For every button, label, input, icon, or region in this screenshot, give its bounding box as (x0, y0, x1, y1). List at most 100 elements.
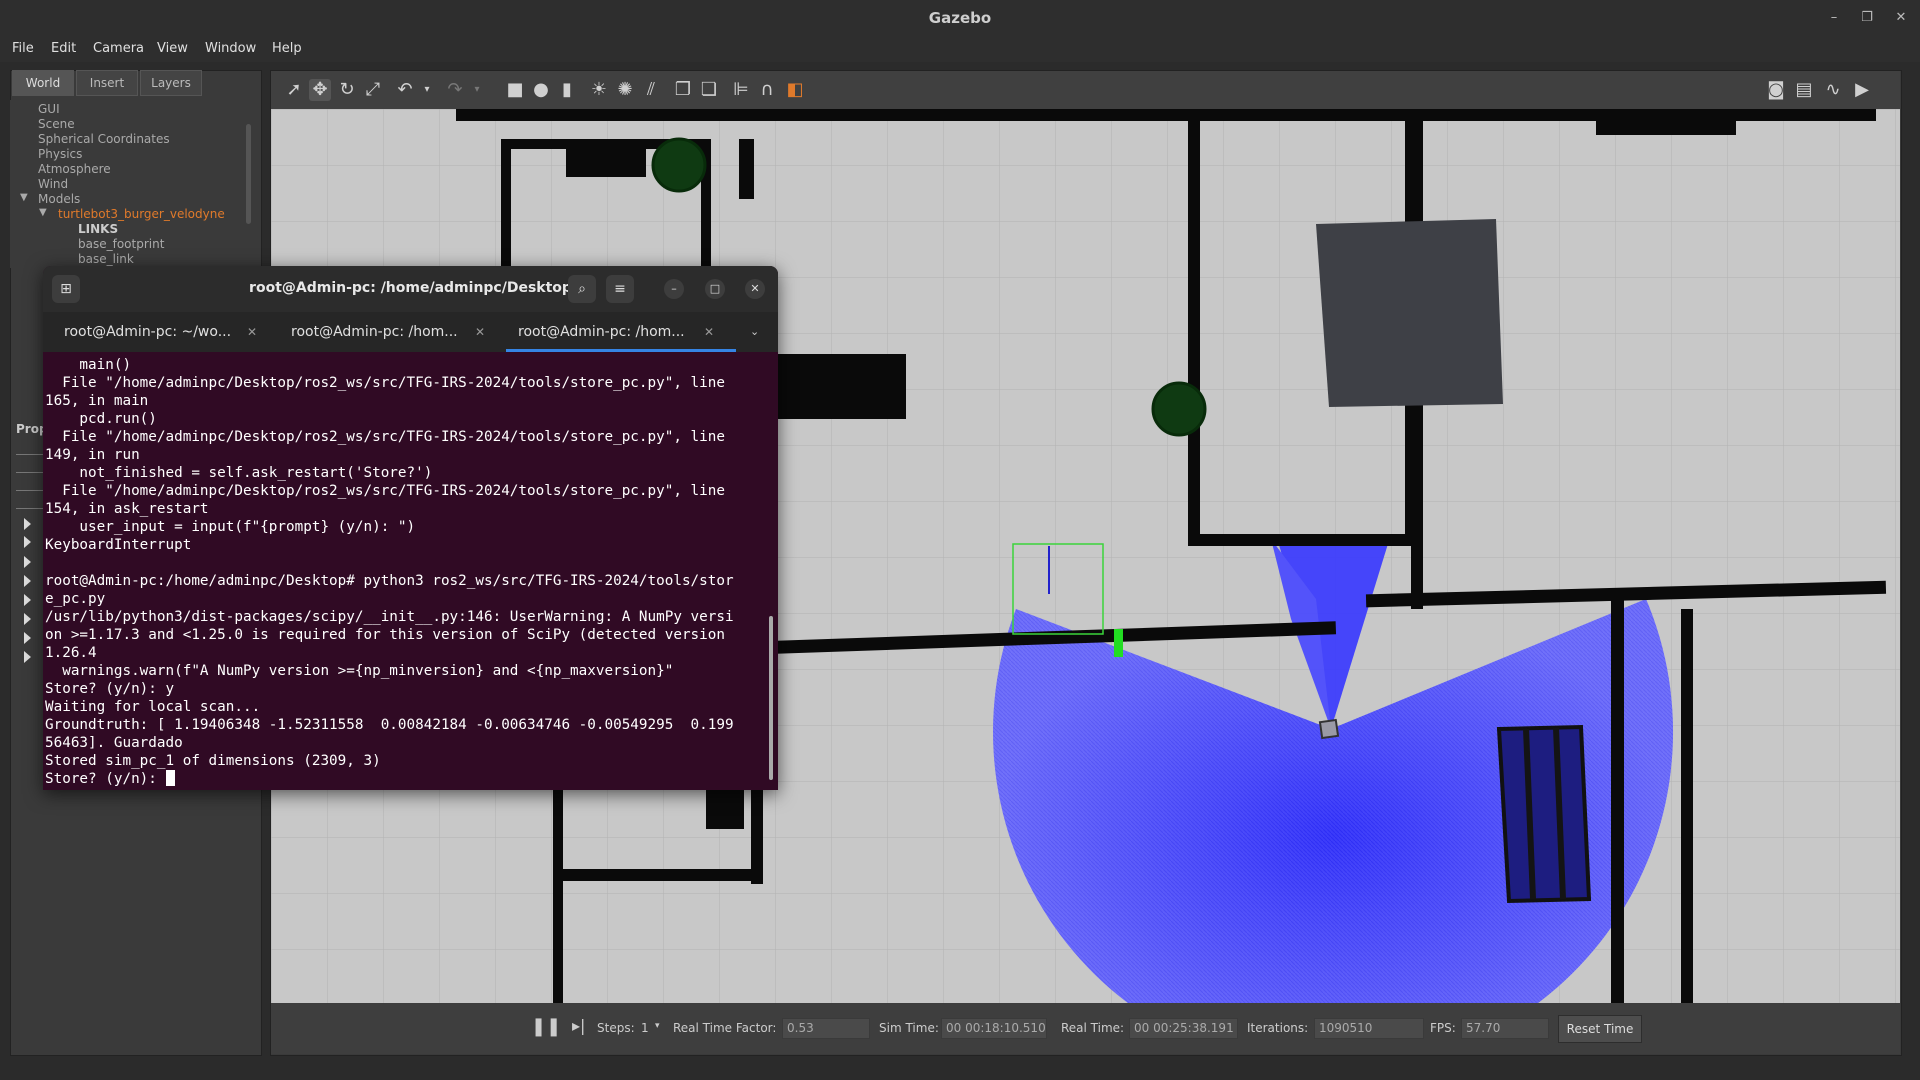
tree-item-scene[interactable]: Scene (38, 117, 75, 131)
terminal-line: user_input = input(f"{prompt} (y/n): ") (45, 519, 416, 535)
terminal-tab-1[interactable]: root@Admin-pc: ~/wo... ✕ (64, 312, 264, 352)
terminal-prompt-line[interactable]: Store? (y/n): (45, 770, 773, 788)
terminal-tabs: root@Admin-pc: ~/wo... ✕ root@Admin-pc: … (43, 312, 778, 352)
directional-light-icon[interactable]: ⫽ (640, 79, 662, 101)
expand-arrow-icon[interactable] (24, 556, 31, 568)
redo-history-icon[interactable]: ▾ (466, 79, 488, 101)
expand-arrow-icon[interactable] (24, 518, 31, 530)
redo-icon[interactable]: ↷ (444, 79, 466, 101)
terminal-line: 1.26.4 (45, 645, 97, 661)
tree-link-base[interactable]: base_link (78, 252, 134, 266)
paste-icon[interactable]: ❏ (698, 79, 720, 101)
cylinder-obstacle[interactable] (1151, 381, 1207, 437)
log-data-icon[interactable]: ▤ (1793, 79, 1815, 101)
steps-value[interactable]: 1 (641, 1021, 649, 1035)
table-object[interactable] (1316, 219, 1503, 407)
iterations-label: Iterations: (1247, 1021, 1309, 1035)
fps-field: 57.70 (1461, 1018, 1549, 1039)
tree-item-gui[interactable]: GUI (38, 102, 60, 116)
steps-dropdown-icon[interactable]: ▾ (655, 1021, 660, 1031)
robot-model[interactable] (1318, 718, 1340, 740)
restore-icon[interactable]: ❐ (1857, 8, 1877, 28)
real-time-label: Real Time: (1061, 1021, 1125, 1035)
terminal-line: /usr/lib/python3/dist-packages/scipy/__i… (45, 609, 734, 625)
menu-camera[interactable]: Camera (93, 41, 144, 56)
terminal-minimize-icon[interactable]: – (664, 279, 684, 299)
terminal-search-icon[interactable]: ⌕ (568, 275, 596, 303)
tree-item-spherical[interactable]: Spherical Coordinates (38, 132, 170, 146)
terminal-line: Stored sim_pc_1 of dimensions (2309, 3) (45, 753, 381, 769)
terminal-line: File "/home/adminpc/Desktop/ros2_ws/src/… (45, 483, 725, 499)
box-shape-icon[interactable]: ■ (504, 79, 526, 101)
tree-link-footprint[interactable]: base_footprint (78, 237, 164, 251)
undo-icon[interactable]: ↶ (394, 79, 416, 101)
align-icon[interactable]: ⊫ (730, 79, 752, 101)
video-record-icon[interactable]: ▶ (1851, 79, 1873, 101)
menu-file[interactable]: File (12, 41, 34, 56)
expand-arrow-icon[interactable] (24, 651, 31, 663)
expand-arrow-icon[interactable] (24, 613, 31, 625)
terminal-window[interactable]: ⊞ root@Admin-pc: /home/adminpc/Desktop ⌕… (43, 266, 778, 790)
reset-time-button[interactable]: Reset Time (1558, 1015, 1642, 1043)
expand-model-icon[interactable]: ▼ (39, 207, 47, 218)
terminal-close-icon[interactable]: ✕ (745, 279, 765, 299)
expand-arrow-icon[interactable] (24, 594, 31, 606)
tab-close-icon[interactable]: ✕ (704, 312, 714, 352)
rotate-mode-icon[interactable]: ↻ (336, 79, 358, 101)
snap-icon[interactable]: ∩ (756, 79, 778, 101)
screenshot-icon[interactable]: ◙ (1765, 79, 1787, 101)
scale-mode-icon[interactable]: ⤢ (362, 79, 384, 101)
terminal-menu-icon[interactable]: ≡ (606, 275, 634, 303)
terminal-tab-label: root@Admin-pc: /hom... (291, 324, 458, 340)
menu-help[interactable]: Help (272, 41, 302, 56)
real-time-field: 00 00:25:38.191 (1129, 1018, 1238, 1039)
prop-row (16, 472, 46, 473)
tabs-dropdown-icon[interactable]: ⌄ (750, 312, 759, 352)
terminal-line: e_pc.py (45, 591, 106, 607)
tree-item-models[interactable]: Models (38, 192, 80, 206)
undo-history-icon[interactable]: ▾ (416, 79, 438, 101)
pause-icon[interactable]: ❚❚ (531, 1016, 561, 1037)
tab-close-icon[interactable]: ✕ (475, 312, 485, 352)
tab-close-icon[interactable]: ✕ (247, 312, 257, 352)
tree-scrollbar[interactable] (246, 124, 251, 224)
copy-icon[interactable]: ❐ (672, 79, 694, 101)
cylinder-obstacle[interactable] (651, 137, 707, 193)
close-icon[interactable]: ✕ (1891, 8, 1911, 28)
tree-item-wind[interactable]: Wind (38, 177, 68, 191)
expand-models-icon[interactable]: ▼ (20, 192, 28, 203)
terminal-maximize-icon[interactable]: □ (705, 279, 725, 299)
menu-view[interactable]: View (157, 41, 188, 56)
step-icon[interactable]: ▸| (572, 1016, 585, 1035)
change-view-icon[interactable]: ◧ (784, 79, 806, 101)
tab-world[interactable]: World (12, 70, 74, 96)
terminal-line: main() (45, 357, 132, 373)
tree-item-physics[interactable]: Physics (38, 147, 82, 161)
cylinder-shape-icon[interactable]: ▮ (556, 79, 578, 101)
terminal-line: not_finished = self.ask_restart('Store?'… (45, 465, 433, 481)
plot-icon[interactable]: ∿ (1822, 79, 1844, 101)
translate-mode-icon[interactable]: ✥ (309, 79, 331, 101)
shelf-object[interactable] (1496, 724, 1592, 904)
terminal-tab-3[interactable]: root@Admin-pc: /hom... ✕ (506, 312, 736, 352)
expand-arrow-icon[interactable] (24, 575, 31, 587)
terminal-output[interactable]: main() File "/home/adminpc/Desktop/ros2_… (45, 356, 773, 788)
minimize-icon[interactable]: – (1824, 8, 1844, 28)
tree-item-atmosphere[interactable]: Atmosphere (38, 162, 111, 176)
window-titlebar: Gazebo – ❐ ✕ (0, 0, 1920, 36)
spot-light-icon[interactable]: ✺ (614, 79, 636, 101)
menu-edit[interactable]: Edit (51, 41, 76, 56)
sphere-shape-icon[interactable]: ● (530, 79, 552, 101)
menu-window[interactable]: Window (205, 41, 256, 56)
tab-layers[interactable]: Layers (140, 70, 202, 96)
point-light-icon[interactable]: ☀ (588, 79, 610, 101)
menu-bar: File Edit Camera View Window Help (0, 36, 1920, 62)
expand-arrow-icon[interactable] (24, 632, 31, 644)
select-mode-icon[interactable]: ➚ (283, 79, 305, 101)
terminal-scrollbar[interactable] (769, 616, 773, 780)
terminal-tab-2[interactable]: root@Admin-pc: /hom... ✕ (291, 312, 491, 352)
rtf-label: Real Time Factor: (673, 1021, 777, 1035)
tab-insert[interactable]: Insert (76, 70, 138, 96)
tree-item-model[interactable]: turtlebot3_burger_velodyne (58, 207, 225, 221)
expand-arrow-icon[interactable] (24, 536, 31, 548)
